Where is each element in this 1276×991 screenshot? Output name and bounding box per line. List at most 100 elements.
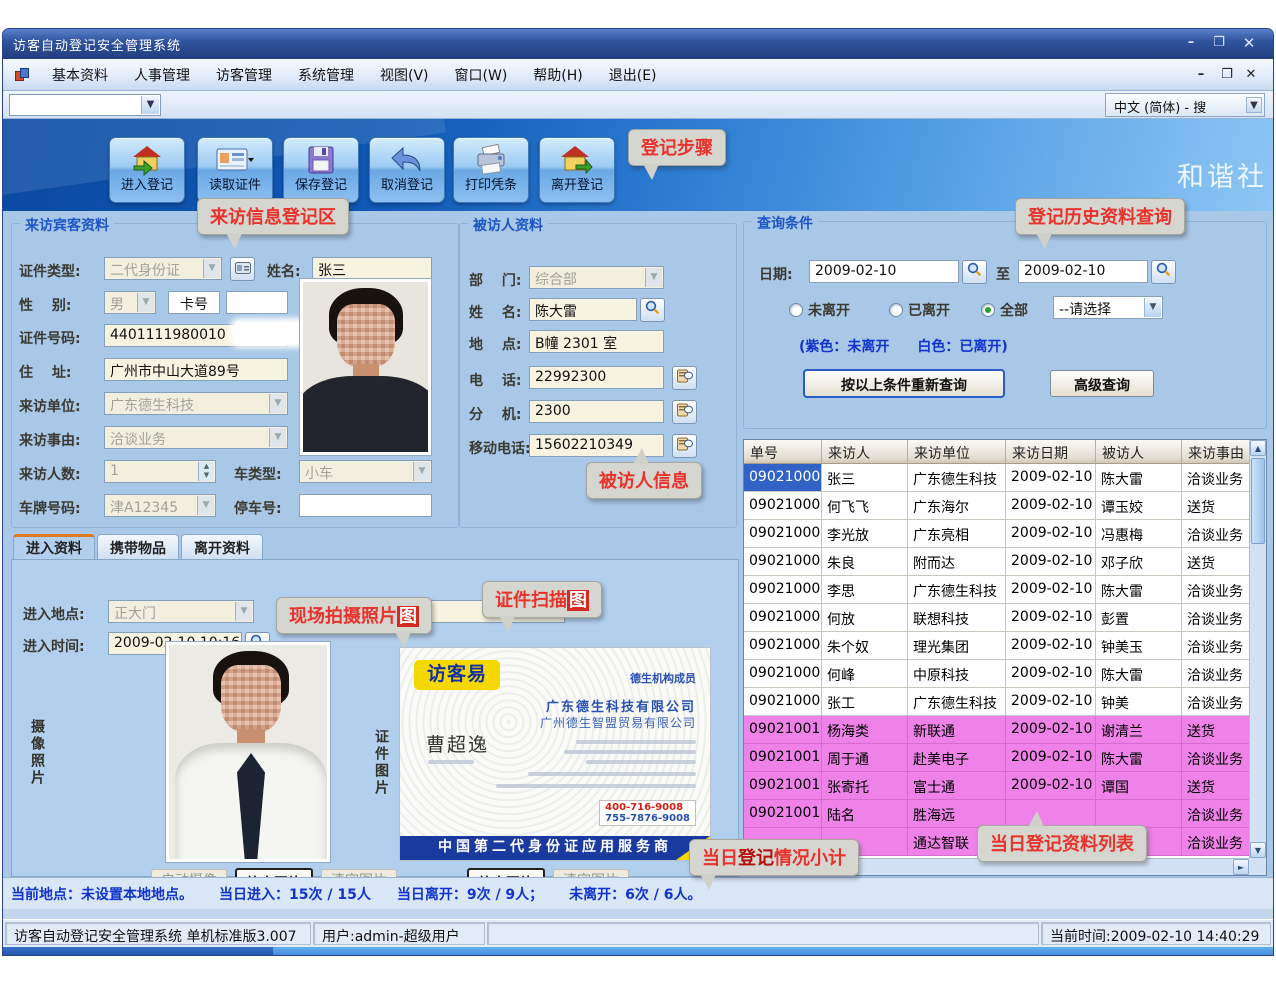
chevron-down-icon[interactable]: ▼ <box>203 259 220 278</box>
table-cell[interactable]: 联想科技 <box>908 604 1006 632</box>
dept-combobox[interactable]: 综合部▼ <box>529 266 664 289</box>
table-cell[interactable]: 钟美玉 <box>1096 632 1182 660</box>
table-cell[interactable]: 090210009 <box>744 688 822 716</box>
vertical-scrollbar[interactable]: ▲ ▼ <box>1249 440 1266 858</box>
language-bar[interactable]: 中文 (简体) - 搜 ▼ <box>1105 93 1265 117</box>
visitor-name-input[interactable]: 张三 <box>312 257 432 280</box>
date-from-picker-button[interactable] <box>962 260 987 284</box>
table-cell[interactable]: 洽谈业务 <box>1182 632 1251 660</box>
table-cell[interactable]: 090210012 <box>744 772 822 800</box>
table-cell[interactable]: 2009-02-10 <box>1006 660 1096 688</box>
table-cell[interactable]: 2009-02-10 <box>1006 688 1096 716</box>
chevron-down-icon[interactable]: ▼ <box>269 428 286 447</box>
table-row[interactable]: 090210008何峰中原科技2009-02-10陈大雷洽谈业务 <box>744 660 1266 688</box>
column-header[interactable]: 来访人 <box>822 440 908 464</box>
read-card-button[interactable]: 读取证件 <box>197 137 273 203</box>
table-cell[interactable]: 090210010 <box>744 716 822 744</box>
table-cell[interactable]: 090210001 <box>744 464 822 492</box>
table-cell[interactable]: 洽谈业务 <box>1182 576 1251 604</box>
table-cell[interactable]: 富士通 <box>908 772 1006 800</box>
menu-item[interactable]: 系统管理 <box>285 61 367 89</box>
vehicle-type-combobox[interactable]: 小车▼ <box>299 460 432 483</box>
table-cell[interactable]: 洽谈业务 <box>1182 604 1251 632</box>
table-cell[interactable]: 洽谈业务 <box>1182 520 1251 548</box>
table-row[interactable]: 090210012张寄托富士通2009-02-10谭国送货 <box>744 772 1266 800</box>
table-cell[interactable]: 送货 <box>1182 716 1251 744</box>
radio-all[interactable]: 全部 <box>981 300 1028 320</box>
scroll-up-icon[interactable]: ▲ <box>1250 440 1266 456</box>
table-cell[interactable]: 洽谈业务 <box>1182 464 1251 492</box>
table-cell[interactable]: 新联通 <box>908 716 1006 744</box>
close-button[interactable]: ✕ <box>1239 34 1259 52</box>
table-cell[interactable]: 2009-02-10 <box>1006 632 1096 660</box>
column-header[interactable]: 来访日期 <box>1006 440 1096 464</box>
enter-place-combobox[interactable]: 正大门▼ <box>108 600 254 623</box>
chevron-down-icon[interactable]: ▼ <box>269 394 286 413</box>
column-header[interactable]: 来访事由 <box>1182 440 1251 464</box>
address-input[interactable]: 广州市中山大道89号 <box>104 358 288 381</box>
table-row[interactable]: 090210001张三广东德生科技2009-02-10陈大雷洽谈业务 <box>744 464 1266 492</box>
table-cell[interactable]: 张寄托 <box>822 772 908 800</box>
table-cell[interactable]: 谢清兰 <box>1096 716 1182 744</box>
sms-ext-button[interactable] <box>672 400 697 424</box>
table-cell[interactable]: 冯惠梅 <box>1096 520 1182 548</box>
table-cell[interactable]: 谭国 <box>1096 772 1182 800</box>
table-row[interactable]: 090210002何飞飞广东海尔2009-02-10谭玉姣送货 <box>744 492 1266 520</box>
date-to-picker-button[interactable] <box>1151 260 1176 284</box>
mdi-minimize-button[interactable]: – <box>1191 66 1211 84</box>
table-row[interactable]: 090210013陆名胜海远洽谈业务 <box>744 800 1266 828</box>
table-cell[interactable]: 2009-02-10 <box>1006 576 1096 604</box>
tab-carried-items[interactable]: 携带物品 <box>97 534 179 559</box>
table-row[interactable]: 090210003李光放广东亮相2009-02-10冯惠梅洽谈业务 <box>744 520 1266 548</box>
leave-register-button[interactable]: 离开登记 <box>539 137 615 203</box>
advanced-query-button[interactable]: 高级查询 <box>1050 370 1154 397</box>
table-row[interactable]: 090210010杨海类新联通2009-02-10谢清兰送货 <box>744 716 1266 744</box>
gender-combobox[interactable]: 男▼ <box>104 291 156 314</box>
menu-item[interactable]: 帮助(H) <box>520 61 595 89</box>
visitor-count-spinner[interactable]: 1▲▼ <box>104 460 216 483</box>
table-row[interactable]: 090210009张工广东德生科技2009-02-10钟美洽谈业务 <box>744 688 1266 716</box>
cancel-register-button[interactable]: 取消登记 <box>369 137 445 203</box>
table-cell[interactable]: 2009-02-10 <box>1006 520 1096 548</box>
menu-item[interactable]: 退出(E) <box>596 61 670 89</box>
table-cell[interactable]: 朱良 <box>822 548 908 576</box>
table-cell[interactable]: 洽谈业务 <box>1182 828 1251 856</box>
menu-item[interactable]: 人事管理 <box>121 61 203 89</box>
menu-item[interactable]: 基本资料 <box>39 61 121 89</box>
table-cell[interactable]: 陈大雷 <box>1096 576 1182 604</box>
table-cell[interactable]: 赴美电子 <box>908 744 1006 772</box>
table-cell[interactable]: 广东德生科技 <box>908 688 1006 716</box>
table-cell[interactable]: 090210006 <box>744 604 822 632</box>
table-cell[interactable]: 何峰 <box>822 660 908 688</box>
table-cell[interactable]: 2009-02-10 <box>1006 492 1096 520</box>
table-cell[interactable]: 陈大雷 <box>1096 660 1182 688</box>
table-cell[interactable]: 广东德生科技 <box>908 464 1006 492</box>
table-cell[interactable]: 陆名 <box>822 800 908 828</box>
table-cell[interactable]: 090210005 <box>744 576 822 604</box>
table-cell[interactable]: 090210008 <box>744 660 822 688</box>
scroll-down-icon[interactable]: ▼ <box>1250 842 1266 858</box>
table-cell[interactable]: 2009-02-10 <box>1006 548 1096 576</box>
table-cell[interactable]: 2009-02-10 <box>1006 716 1096 744</box>
table-cell[interactable]: 李光放 <box>822 520 908 548</box>
date-from-input[interactable]: 2009-02-10 <box>809 260 959 283</box>
chevron-down-icon[interactable]: ▼ <box>141 96 159 114</box>
table-cell[interactable]: 090210011 <box>744 744 822 772</box>
table-cell[interactable]: 090210007 <box>744 632 822 660</box>
table-cell[interactable]: 何飞飞 <box>822 492 908 520</box>
scroll-thumb[interactable] <box>1251 458 1265 544</box>
requery-button[interactable]: 按以上条件重新查询 <box>804 370 1004 397</box>
save-register-button[interactable]: 保存登记 <box>283 137 359 203</box>
menu-item[interactable]: 访客管理 <box>203 61 285 89</box>
table-cell[interactable]: 彭置 <box>1096 604 1182 632</box>
card-no-input[interactable] <box>226 291 288 314</box>
minimize-button[interactable]: – <box>1181 34 1201 52</box>
table-cell[interactable]: 陈大雷 <box>1096 464 1182 492</box>
table-cell[interactable]: 附而达 <box>908 548 1006 576</box>
menu-item[interactable]: 窗口(W) <box>442 61 521 89</box>
table-cell[interactable]: 杨海类 <box>822 716 908 744</box>
tab-enter-info[interactable]: 进入资料 <box>13 534 95 559</box>
table-cell[interactable]: 090210002 <box>744 492 822 520</box>
tab-leave-info[interactable]: 离开资料 <box>181 534 263 559</box>
table-cell[interactable]: 钟美 <box>1096 688 1182 716</box>
